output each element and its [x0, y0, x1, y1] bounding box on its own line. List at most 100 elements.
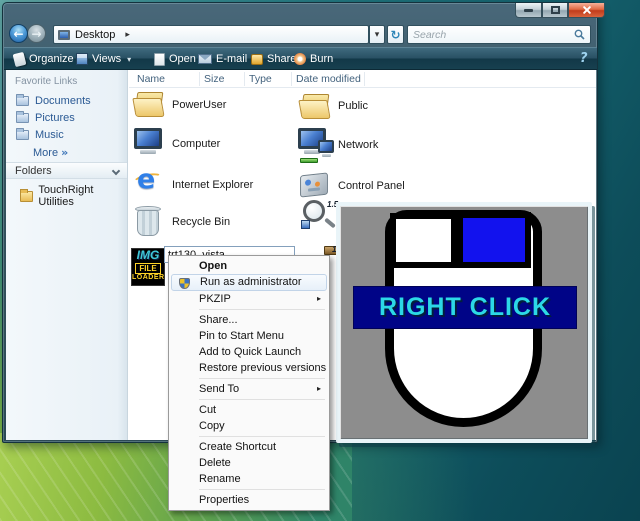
context-menu: Open Run as administrator PKZIP ▸ Share.…	[168, 255, 330, 511]
recycle-bin-icon[interactable]	[135, 206, 161, 236]
organize-button[interactable]: Organize ▾	[14, 48, 84, 70]
menu-item-add-to-quick-launch[interactable]: Add to Quick Launch	[171, 344, 327, 360]
breadcrumb-chevron-icon[interactable]: ▸	[125, 30, 130, 40]
file-label[interactable]: Recycle Bin	[172, 216, 230, 228]
organize-icon	[13, 51, 27, 66]
menu-item-run-as-administrator[interactable]: Run as administrator	[171, 274, 327, 291]
menu-item-send-to[interactable]: Send To ▸	[171, 381, 327, 397]
menu-item-label: Delete	[199, 457, 231, 469]
more-label: More	[33, 147, 58, 159]
open-button[interactable]: Open	[154, 48, 196, 70]
views-button[interactable]: Views ▾	[76, 48, 131, 70]
menu-item-label: Properties	[199, 494, 249, 506]
sidebar-item-label: Pictures	[35, 112, 75, 124]
refresh-button[interactable]: ↻	[387, 25, 404, 44]
menu-item-open[interactable]: Open	[171, 258, 327, 274]
address-bar[interactable]: Desktop ▸	[53, 25, 369, 44]
menu-item-delete[interactable]: Delete	[171, 455, 327, 471]
column-separator	[364, 72, 365, 86]
column-header-date-modified[interactable]: Date modified	[296, 73, 361, 85]
desktop: ← → Desktop ▸ ▾ ↻ Search Organize ▾ V	[0, 0, 640, 521]
more-arrows-icon: »	[61, 146, 68, 159]
menu-item-label: Share...	[199, 314, 238, 326]
column-header-row: Name Size Type Date modified	[129, 70, 596, 88]
mouse-left-button-graphic	[390, 213, 457, 268]
minimize-button[interactable]	[515, 3, 542, 18]
mouse-right-button-graphic	[457, 212, 531, 268]
poweruser-folder-icon[interactable]	[134, 92, 164, 118]
sidebar-item-documents[interactable]: Documents	[16, 95, 91, 107]
menu-item-rename[interactable]: Rename	[171, 471, 327, 487]
file-label[interactable]: PowerUser	[172, 99, 226, 111]
file-label[interactable]: Control Panel	[338, 180, 405, 192]
column-header-name[interactable]: Name	[137, 73, 165, 85]
file-label[interactable]: Network	[338, 139, 378, 151]
magnifier-file-icon[interactable]	[303, 200, 325, 222]
column-separator	[199, 72, 200, 86]
menu-item-restore-previous-versions[interactable]: Restore previous versions	[171, 360, 327, 376]
menu-item-properties[interactable]: Properties	[171, 492, 327, 508]
open-label: Open	[169, 53, 196, 65]
control-panel-icon[interactable]	[300, 172, 328, 197]
folders-label: Folders	[15, 165, 52, 177]
back-button[interactable]: ←	[9, 24, 28, 43]
window-controls	[515, 3, 605, 18]
search-icon	[574, 29, 585, 40]
views-icon	[76, 53, 88, 65]
public-folder-icon[interactable]	[300, 94, 330, 120]
menu-item-pin-to-start-menu[interactable]: Pin to Start Menu	[171, 328, 327, 344]
search-box[interactable]: Search	[407, 25, 591, 44]
email-button[interactable]: E-mail	[198, 48, 247, 70]
right-click-caption: RIGHT CLICK	[379, 293, 551, 322]
menu-item-label: Restore previous versions	[199, 362, 326, 374]
column-header-type[interactable]: Type	[249, 73, 272, 85]
maximize-button[interactable]	[542, 3, 568, 18]
menu-item-copy[interactable]: Copy	[171, 418, 327, 434]
menu-item-label: Pin to Start Menu	[199, 330, 284, 342]
menu-item-cut[interactable]: Cut	[171, 402, 327, 418]
open-icon	[154, 53, 165, 66]
file-label[interactable]: Internet Explorer	[172, 179, 253, 191]
uac-shield-icon	[179, 278, 190, 289]
email-label: E-mail	[216, 53, 247, 65]
submenu-arrow-icon: ▸	[317, 381, 321, 397]
column-header-size[interactable]: Size	[204, 73, 224, 85]
help-icon[interactable]: ?	[580, 51, 588, 66]
icon-text-img: IMG	[132, 249, 164, 262]
file-label[interactable]: Computer	[172, 138, 220, 150]
trt130-file-icon[interactable]: IMG FILE LOADER	[131, 248, 165, 286]
menu-item-label: Open	[199, 260, 227, 272]
share-button[interactable]: Share	[251, 48, 296, 70]
search-input[interactable]: Search	[413, 29, 574, 41]
sidebar-item-music[interactable]: Music	[16, 129, 64, 141]
breadcrumb[interactable]: Desktop	[75, 29, 115, 41]
menu-item-label: Rename	[199, 473, 241, 485]
internet-explorer-icon[interactable]: e	[137, 167, 155, 193]
share-label: Share	[267, 53, 296, 65]
organize-label: Organize	[29, 53, 74, 65]
chevron-down-icon	[112, 167, 120, 175]
menu-item-label: Create Shortcut	[199, 441, 276, 453]
more-links[interactable]: More»	[33, 146, 68, 159]
favorite-links-header: Favorite Links	[15, 76, 77, 87]
sidebar-item-pictures[interactable]: Pictures	[16, 112, 75, 124]
command-toolbar: Organize ▾ Views ▾ Open E-mail Share	[4, 47, 597, 70]
menu-item-share[interactable]: Share...	[171, 312, 327, 328]
burn-button[interactable]: Burn	[294, 48, 333, 70]
navigation-pane: Favorite Links Documents Pictures Music …	[6, 70, 128, 440]
computer-icon[interactable]	[134, 128, 162, 154]
close-button[interactable]	[568, 3, 605, 18]
column-separator	[244, 72, 245, 86]
network-cable-icon	[300, 158, 318, 163]
folders-band[interactable]: Folders	[6, 162, 127, 179]
pictures-folder-icon	[16, 113, 29, 123]
address-dropdown-button[interactable]: ▾	[369, 25, 385, 44]
icon-text-loader: LOADER	[132, 274, 164, 282]
tree-item-touchright-utilities[interactable]: TouchRight Utilities	[20, 184, 127, 208]
menu-item-label: Cut	[199, 404, 216, 416]
menu-item-pkzip[interactable]: PKZIP ▸	[171, 291, 327, 307]
views-label: Views	[92, 53, 121, 65]
file-label[interactable]: Public	[338, 100, 368, 112]
menu-item-create-shortcut[interactable]: Create Shortcut	[171, 439, 327, 455]
forward-button[interactable]: →	[27, 24, 46, 43]
